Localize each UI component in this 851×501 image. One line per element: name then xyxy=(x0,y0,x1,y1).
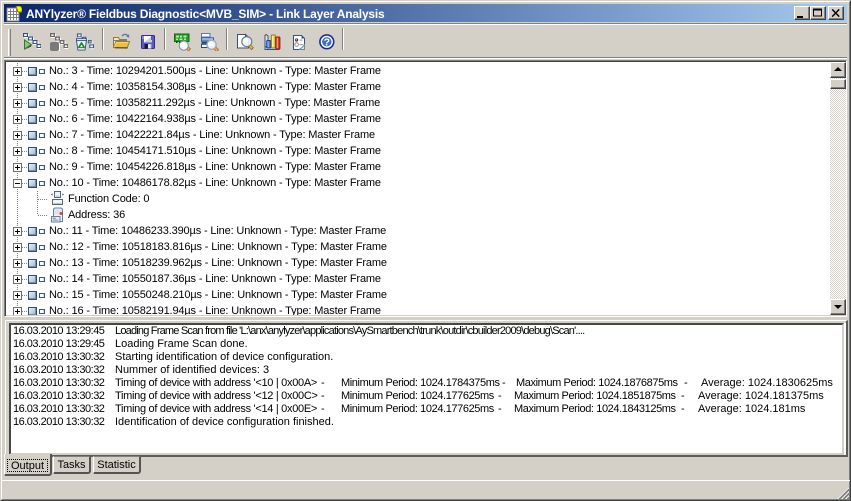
svg-text:?: ? xyxy=(324,37,330,49)
